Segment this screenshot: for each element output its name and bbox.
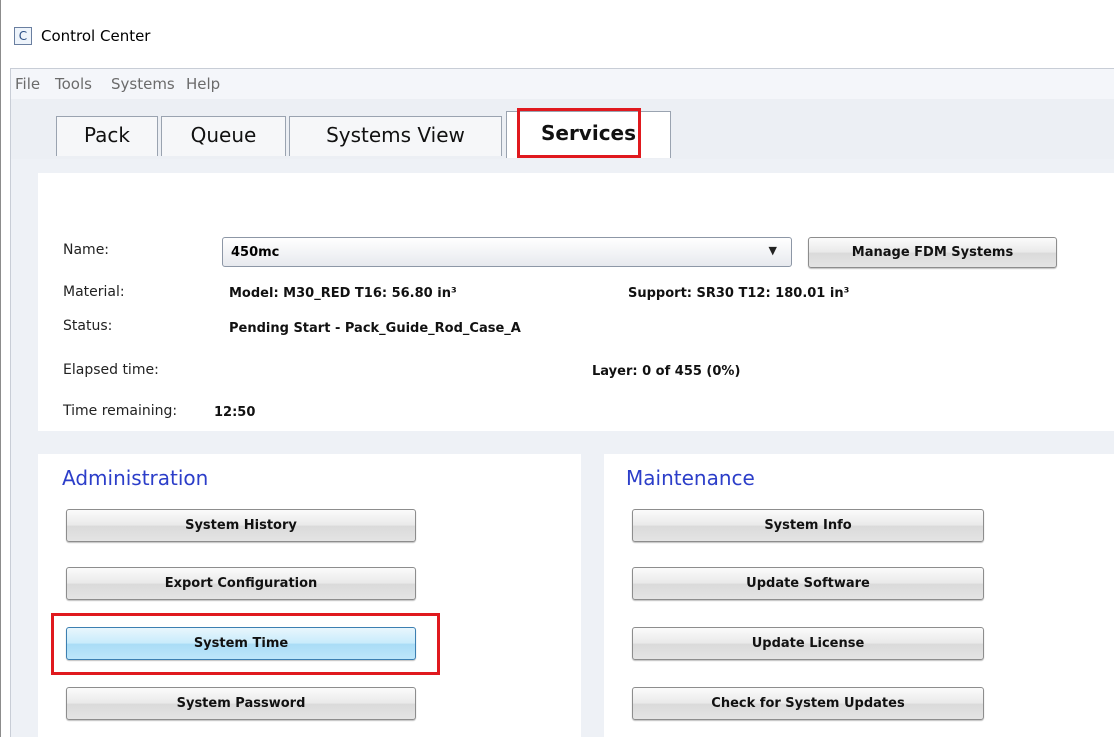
menu-bar: File Tools Systems Help: [10, 68, 1114, 99]
menu-help[interactable]: Help: [186, 75, 220, 93]
menu-systems[interactable]: Systems: [111, 75, 175, 93]
status-value: Pending Start - Pack_Guide_Rod_Case_A: [229, 321, 521, 336]
name-label: Name:: [63, 242, 110, 258]
manage-fdm-systems-button[interactable]: Manage FDM Systems: [808, 237, 1057, 268]
maintenance-title: Maintenance: [626, 466, 755, 490]
title-bar: C Control Center: [1, 0, 1114, 64]
window-title: Control Center: [41, 27, 151, 45]
tab-pack[interactable]: Pack: [56, 116, 158, 156]
system-info-button[interactable]: System Info: [632, 509, 984, 542]
update-software-button[interactable]: Update Software: [632, 567, 984, 600]
model-material-value: Model: M30_RED T16: 56.80 in³: [229, 286, 457, 301]
time-remaining-label: Time remaining:: [63, 403, 178, 419]
control-center-app-icon: C: [14, 27, 32, 45]
menu-file[interactable]: File: [15, 75, 40, 93]
tab-queue[interactable]: Queue: [161, 116, 286, 156]
time-remaining-value: 12:50: [214, 405, 256, 420]
window-left-border: [0, 0, 1, 737]
layer-progress-value: Layer: 0 of 455 (0%): [592, 364, 741, 379]
elapsed-time-label: Elapsed time:: [63, 362, 159, 378]
system-status-panel: [38, 173, 1114, 431]
menu-tools[interactable]: Tools: [55, 75, 92, 93]
status-label: Status:: [63, 318, 113, 334]
support-material-value: Support: SR30 T12: 180.01 in³: [628, 286, 850, 301]
system-name-heading-clipped: [63, 180, 183, 188]
system-password-button[interactable]: System Password: [66, 687, 416, 720]
material-label: Material:: [63, 284, 125, 300]
update-license-button[interactable]: Update License: [632, 627, 984, 660]
administration-title: Administration: [62, 466, 209, 490]
tab-systems-view[interactable]: Systems View: [289, 116, 502, 156]
system-history-button[interactable]: System History: [66, 509, 416, 542]
export-configuration-button[interactable]: Export Configuration: [66, 567, 416, 600]
dropdown-arrow-icon[interactable]: ▼: [769, 244, 777, 257]
services-tab-highlight: [517, 108, 641, 158]
system-name-dropdown[interactable]: 450mc ▼: [222, 237, 792, 267]
system-name-value: 450mc: [231, 245, 280, 260]
check-for-system-updates-button[interactable]: Check for System Updates: [632, 687, 984, 720]
system-time-highlight: [51, 613, 440, 675]
